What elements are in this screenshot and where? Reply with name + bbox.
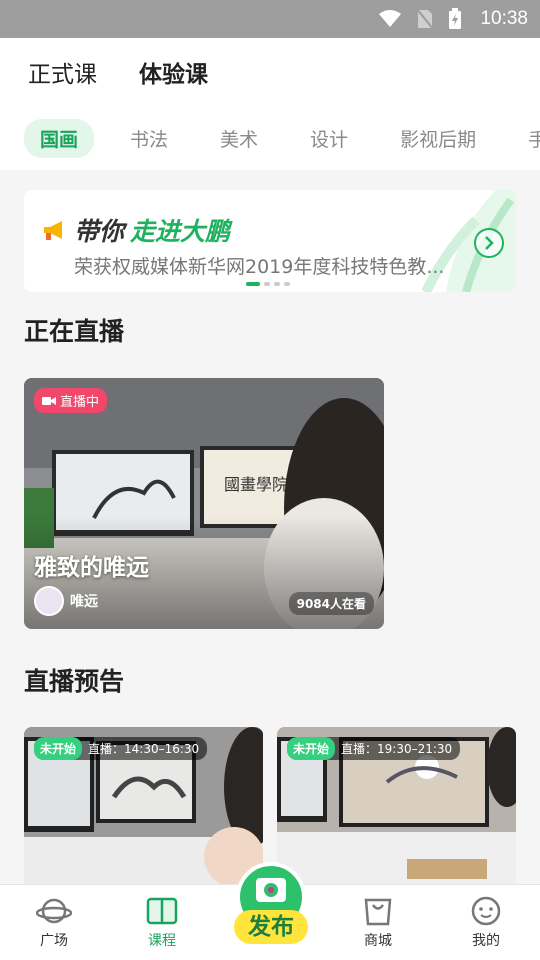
- clock: 10:38: [480, 8, 528, 29]
- category-calligraphy[interactable]: 书法: [114, 119, 184, 158]
- tab-formal-course[interactable]: 正式课: [28, 55, 97, 89]
- video-camera-icon: [42, 396, 56, 405]
- avatar: [34, 586, 64, 616]
- promo-banner[interactable]: 带你 走进大鹏 荣获权威媒体新华网2019年度科技特色教...: [24, 190, 516, 292]
- wifi-icon: [379, 10, 402, 27]
- nav-label: 课程: [148, 932, 176, 949]
- bag-icon: [364, 898, 392, 925]
- nav-label: 我的: [472, 932, 500, 949]
- page-dot-active: [246, 282, 260, 286]
- status-bar: 10:38: [0, 0, 540, 38]
- page-dot: [274, 282, 280, 286]
- banner-title: 带你 走进大鹏: [42, 212, 230, 248]
- viewer-count: 9084人在看: [288, 592, 374, 615]
- banner-title-part2: 走进大鹏: [130, 217, 231, 246]
- category-art[interactable]: 美术: [204, 119, 274, 158]
- no-sim-icon: [416, 8, 435, 30]
- tab-label: 体验课: [139, 62, 208, 88]
- nav-mall[interactable]: 商城: [324, 885, 432, 960]
- live-section-title: 正在直播: [24, 317, 125, 346]
- nav-label: 广场: [40, 932, 68, 949]
- battery-charging-icon: [449, 8, 462, 29]
- publish-button[interactable]: 发布: [234, 862, 308, 952]
- face-icon: [471, 896, 501, 925]
- live-title: 雅致的唯远: [34, 555, 149, 581]
- page-dot: [284, 282, 290, 286]
- schedule-time: 直播：14:30–16:30: [88, 742, 200, 756]
- publish-label: 发布: [234, 910, 308, 944]
- tab-trial-course[interactable]: 体验课: [139, 55, 208, 93]
- category-guohua[interactable]: 国画: [24, 118, 95, 158]
- status-badge: 未开始: [287, 737, 336, 760]
- course-type-tabs: 正式课 体验课: [0, 38, 540, 106]
- category-video-post[interactable]: 影视后期: [384, 119, 492, 158]
- schedule-time: 直播：19:30–21:30: [341, 742, 453, 756]
- live-stream-card[interactable]: 國畫學院 直播中 雅致的唯远 唯远 9084人在看: [24, 378, 384, 629]
- schedule-tag: 未开始 直播：19:30–21:30: [287, 737, 461, 760]
- nav-profile[interactable]: 我的: [432, 885, 540, 960]
- chevron-right-icon: [485, 236, 494, 250]
- page-dot: [264, 282, 270, 286]
- category-figurine[interactable]: 手办: [512, 119, 540, 158]
- preview-card[interactable]: 未开始 直播：19:30–21:30: [277, 727, 516, 887]
- banner-title-part1: 带你: [74, 217, 125, 246]
- status-badge: 未开始: [34, 737, 83, 760]
- planet-icon: [36, 898, 72, 923]
- nav-courses[interactable]: 课程: [108, 885, 216, 960]
- book-icon: [146, 897, 178, 924]
- live-badge: 直播中: [34, 388, 108, 413]
- megaphone-icon: [44, 221, 62, 240]
- preview-section-title: 直播预告: [24, 667, 125, 696]
- banner-next-button[interactable]: [474, 228, 504, 258]
- banner-subtitle: 荣获权威媒体新华网2019年度科技特色教...: [74, 256, 445, 278]
- category-tabs: 国画 书法 美术 设计 影视后期 手办 篆: [0, 106, 540, 170]
- banner-pagination: [246, 282, 290, 286]
- preview-card[interactable]: 未开始 直播：14:30–16:30: [24, 727, 263, 887]
- nav-label: 商城: [364, 932, 392, 949]
- live-badge-label: 直播中: [60, 395, 100, 410]
- host-name: 唯远: [70, 594, 98, 610]
- tab-label: 正式课: [28, 62, 97, 88]
- schedule-tag: 未开始 直播：14:30–16:30: [34, 737, 208, 760]
- category-design[interactable]: 设计: [294, 119, 364, 158]
- live-host: 唯远: [34, 586, 98, 616]
- nav-square[interactable]: 广场: [0, 885, 108, 960]
